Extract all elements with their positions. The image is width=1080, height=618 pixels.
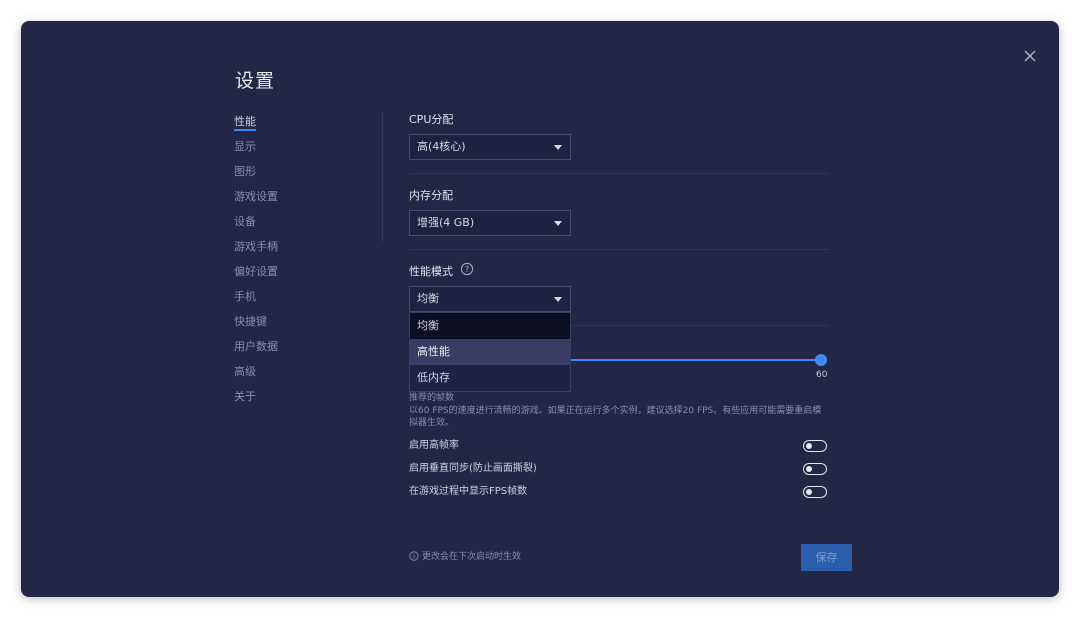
sidebar-item-label: 性能 — [234, 115, 256, 131]
settings-window: 设置 性能 显示 图形 游戏设置 设备 游戏手柄 偏好设置 手机 快捷键 用户数… — [21, 21, 1059, 597]
sidebar-item-label: 游戏设置 — [234, 190, 278, 203]
cpu-allocation-value: 高(4核心) — [417, 140, 466, 153]
restart-note-text: 更改会在下次启动时生效 — [422, 552, 522, 562]
fps-slider-handle[interactable] — [815, 354, 827, 366]
fps-note: 以60 FPS的速度进行流畅的游戏。如果正在运行多个实例，建议选择20 FPS。… — [409, 406, 822, 428]
sidebar-item-phone[interactable]: 手机 — [234, 288, 354, 313]
caret-down-icon — [554, 221, 562, 226]
performance-mode-select[interactable]: 均衡 — [409, 286, 571, 312]
caret-down-icon — [554, 297, 562, 302]
sidebar-item-label: 设备 — [234, 215, 256, 228]
page-title: 设置 — [235, 70, 276, 92]
cpu-allocation-title: CPU分配 — [409, 113, 454, 126]
toggle-label: 在游戏过程中显示FPS帧数 — [409, 486, 528, 497]
section-divider — [409, 249, 829, 250]
sidebar-item-advanced[interactable]: 高级 — [234, 363, 354, 388]
sidebar-item-game-settings[interactable]: 游戏设置 — [234, 188, 354, 213]
help-icon[interactable]: ? — [460, 262, 474, 276]
sidebar-item-label: 用户数据 — [234, 340, 278, 353]
sidebar-item-preferences[interactable]: 偏好设置 — [234, 263, 354, 288]
sidebar-divider — [382, 112, 383, 242]
fps-value: 60 — [816, 370, 828, 380]
sidebar-item-label: 游戏手柄 — [234, 240, 278, 253]
show-fps-toggle[interactable] — [803, 486, 827, 498]
toggle-label: 启用垂直同步(防止画面撕裂) — [409, 463, 537, 474]
restart-note: 更改会在下次启动时生效 — [409, 551, 521, 563]
performance-mode-dropdown: 均衡 高性能 低内存 — [409, 312, 571, 392]
close-icon[interactable] — [1021, 47, 1039, 65]
sidebar-item-user-data[interactable]: 用户数据 — [234, 338, 354, 363]
high-framerate-toggle[interactable] — [803, 440, 827, 452]
info-icon — [409, 551, 419, 561]
svg-text:?: ? — [465, 265, 469, 274]
performance-mode-value: 均衡 — [417, 292, 439, 305]
cpu-allocation-select[interactable]: 高(4核心) — [409, 134, 571, 160]
memory-allocation-select[interactable]: 增强(4 GB) — [409, 210, 571, 236]
memory-allocation-value: 增强(4 GB) — [417, 216, 475, 229]
dropdown-option-high-performance[interactable]: 高性能 — [410, 339, 570, 365]
sidebar-item-label: 快捷键 — [234, 315, 267, 328]
sidebar-item-about[interactable]: 关于 — [234, 388, 354, 413]
vsync-toggle[interactable] — [803, 463, 827, 475]
toggle-row-show-fps: 在游戏过程中显示FPS帧数 — [409, 484, 829, 500]
section-divider — [409, 173, 829, 174]
sidebar-item-graphics[interactable]: 图形 — [234, 163, 354, 188]
sidebar-item-performance[interactable]: 性能 — [234, 113, 354, 138]
sidebar-item-label: 关于 — [234, 390, 256, 403]
sidebar-item-label: 显示 — [234, 140, 256, 153]
toggle-row-high-framerate: 启用高帧率 — [409, 438, 829, 454]
sidebar-item-shortcuts[interactable]: 快捷键 — [234, 313, 354, 338]
sidebar-item-gamepad[interactable]: 游戏手柄 — [234, 238, 354, 263]
save-button[interactable]: 保存 — [801, 544, 852, 571]
memory-allocation-title: 内存分配 — [409, 189, 453, 202]
performance-mode-title: 性能模式 — [409, 265, 453, 278]
sidebar: 性能 显示 图形 游戏设置 设备 游戏手柄 偏好设置 手机 快捷键 用户数据 高… — [234, 113, 354, 413]
sidebar-item-label: 图形 — [234, 165, 256, 178]
sidebar-item-display[interactable]: 显示 — [234, 138, 354, 163]
toggle-row-vsync: 启用垂直同步(防止画面撕裂) — [409, 461, 829, 477]
sidebar-item-label: 手机 — [234, 290, 256, 303]
dropdown-option-balanced[interactable]: 均衡 — [410, 313, 570, 339]
toggle-label: 启用高帧率 — [409, 440, 459, 451]
sidebar-item-device[interactable]: 设备 — [234, 213, 354, 238]
caret-down-icon — [554, 145, 562, 150]
sidebar-item-label: 偏好设置 — [234, 265, 278, 278]
sidebar-item-label: 高级 — [234, 365, 256, 378]
dropdown-option-low-memory[interactable]: 低内存 — [410, 365, 570, 391]
